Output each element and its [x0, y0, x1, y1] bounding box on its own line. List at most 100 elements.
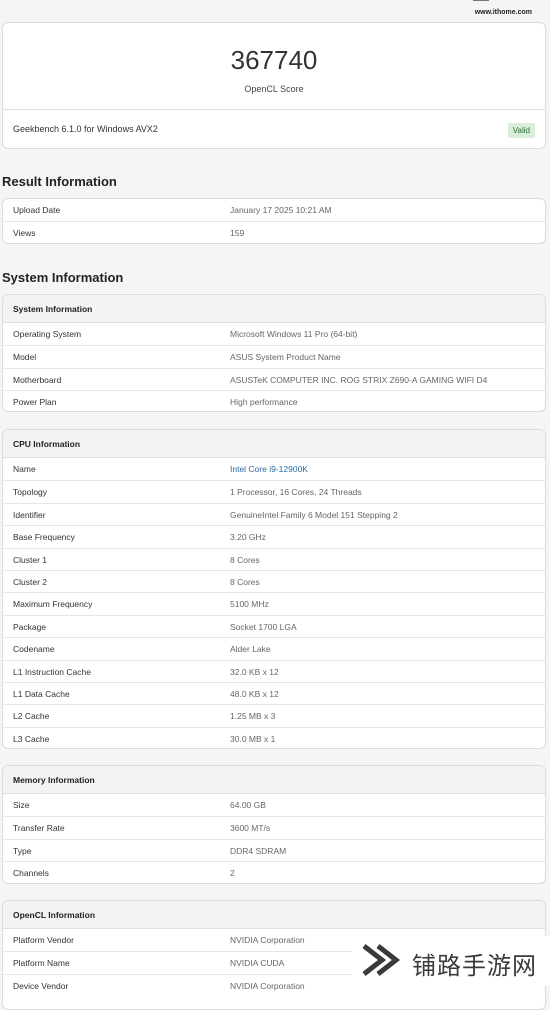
table-row: Cluster 2 8 Cores	[3, 569, 545, 592]
row-label: Upload Date	[13, 205, 61, 215]
watermark-url: www.ithome.com	[474, 9, 532, 16]
memory-info-table: Memory Information Size 64.00 GB Transfer …	[2, 765, 546, 884]
row-value: High performance	[230, 397, 298, 408]
table-row: Name Intel Core i9-12900K	[3, 458, 545, 480]
opencl-info-header: OpenCL Information	[3, 901, 545, 929]
brand-watermark: 铺路手游网	[352, 936, 550, 986]
row-label: Cluster 1	[13, 554, 48, 565]
row-label: Operating System	[13, 329, 82, 339]
result-information-table: Upload Date January 17 2025 10:21 AM Views…	[2, 198, 546, 244]
row-label: Transfer Rate	[13, 823, 65, 834]
row-label: Maximum Frequency	[13, 599, 93, 610]
table-row: Base Frequency 3.20 GHz	[3, 525, 545, 547]
table-row: L1 Data Cache 48.0 KB x 12	[3, 681, 545, 704]
score-footer: Geekbench 6.1.0 for Windows AVX2 Valid	[3, 109, 545, 148]
row-value: 5100 MHz	[230, 599, 269, 610]
row-value: 64.00 GB	[230, 800, 266, 810]
valid-badge: Valid	[507, 123, 535, 138]
row-label: Platform Vendor	[13, 935, 74, 945]
table-row: Views 159	[3, 221, 545, 243]
row-value: 30.0 MB x 1	[230, 733, 276, 744]
cpu-info-header: CPU Information	[3, 430, 545, 458]
table-row: Power Plan High performance	[3, 390, 545, 411]
table-row: L3 Cache 30.0 MB x 1	[3, 726, 545, 748]
row-value: 1 Processor, 16 Cores, 24 Threads	[230, 487, 362, 498]
opencl-info-header-label: OpenCL Information	[13, 910, 96, 920]
table-row: Cluster 1 8 Cores	[3, 547, 545, 570]
double-chevron-icon	[362, 944, 401, 976]
row-value: NVIDIA CUDA	[230, 958, 285, 969]
row-value: 8 Cores	[230, 576, 260, 587]
row-label: L1 Data Cache	[13, 688, 70, 699]
table-row: Motherboard ASUSTeK COMPUTER INC. ROG STR…	[3, 367, 545, 390]
row-value: 32.0 KB x 12	[230, 666, 279, 677]
row-label: Identifier	[13, 509, 46, 520]
memory-info-header-label: Memory Information	[13, 775, 95, 785]
system-info-header-label: System Information	[13, 304, 93, 314]
table-row: Channels 2	[3, 861, 545, 883]
row-label: L1 Instruction Cache	[13, 666, 91, 677]
row-label: Model	[13, 352, 37, 363]
table-row: Size 64.00 GB	[3, 794, 545, 816]
opencl-score-value: 367740	[230, 45, 318, 75]
table-row: Operating System Microsoft Windows 11 Pro…	[3, 323, 545, 345]
result-information-title: Result Information	[2, 174, 117, 189]
row-value: DDR4 SDRAM	[230, 845, 287, 856]
row-value: 159	[230, 228, 245, 239]
row-label: Motherboard	[13, 374, 62, 385]
row-label: Topology	[13, 487, 48, 498]
row-label: L2 Cache	[13, 711, 50, 722]
system-info-header: System Information	[3, 295, 545, 323]
row-value: 3.20 GHz	[230, 532, 266, 543]
row-value: GenuineIntel Family 6 Model 151 Stepping…	[230, 509, 398, 520]
row-value: 3600 MT/s	[230, 823, 271, 834]
row-label: Codename	[13, 644, 55, 655]
row-value: Socket 1700 LGA	[230, 621, 297, 632]
row-value: ASUSTeK COMPUTER INC. ROG STRIX Z690-A G…	[230, 374, 488, 385]
ithome-logo-icon	[473, 0, 489, 1]
row-value: Microsoft Windows 11 Pro (64-bit)	[230, 329, 358, 339]
row-value: Alder Lake	[230, 644, 271, 655]
row-value: ASUS System Product Name	[230, 352, 341, 363]
memory-info-header: Memory Information	[3, 766, 545, 794]
row-value: 48.0 KB x 12	[230, 688, 279, 699]
row-label: Power Plan	[13, 397, 57, 408]
table-row: Upload Date January 17 2025 10:21 AM	[3, 199, 545, 221]
row-label: L3 Cache	[13, 733, 50, 744]
memory-info-rows: Size 64.00 GB Transfer Rate 3600 MT/s Type DD…	[3, 794, 545, 883]
cpu-info-rows: Name Intel Core i9-12900K Topology 1 Proces…	[3, 458, 545, 748]
row-label: Type	[13, 845, 32, 856]
row-label: Cluster 2	[13, 576, 48, 587]
table-row: Topology 1 Processor, 16 Cores, 24 Thread…	[3, 480, 545, 502]
row-value: January 17 2025 10:21 AM	[230, 205, 332, 215]
row-label: Package	[13, 621, 47, 632]
row-value: 1.25 MB x 3	[230, 711, 276, 722]
row-label: Views	[13, 228, 36, 239]
row-label: Name	[13, 464, 36, 474]
table-row: Type DDR4 SDRAM	[3, 838, 545, 861]
top-strip: www.ithome.com	[0, 0, 550, 20]
row-label: Size	[13, 800, 30, 810]
result-rows: Upload Date January 17 2025 10:21 AM Views…	[3, 199, 545, 243]
opencl-score-label: OpenCL Score	[244, 84, 304, 94]
cpu-info-header-label: CPU Information	[13, 439, 81, 449]
table-row: Package Socket 1700 LGA	[3, 614, 545, 637]
system-info-table: System Information Operating System Micro…	[2, 294, 546, 412]
system-information-title: System Information	[2, 270, 124, 285]
table-row: Identifier GenuineIntel Family 6 Model 15…	[3, 502, 545, 525]
cpu-name-link[interactable]: Intel Core i9-12900K	[230, 464, 308, 474]
table-row: Model ASUS System Product Name	[3, 345, 545, 367]
row-value: NVIDIA Corporation	[230, 935, 305, 945]
table-row: L2 Cache 1.25 MB x 3	[3, 704, 545, 726]
table-row: L1 Instruction Cache 32.0 KB x 12	[3, 659, 545, 682]
table-row: Maximum Frequency 5100 MHz	[3, 592, 545, 614]
benchmark-version: Geekbench 6.1.0 for Windows AVX2	[13, 124, 158, 134]
cpu-info-table: CPU Information Name Intel Core i9-12900K…	[2, 429, 546, 749]
system-info-rows: Operating System Microsoft Windows 11 Pro…	[3, 323, 545, 411]
row-value: 8 Cores	[230, 554, 260, 565]
table-row: Codename Alder Lake	[3, 637, 545, 659]
table-row: Transfer Rate 3600 MT/s	[3, 816, 545, 838]
row-value: 2	[230, 868, 235, 879]
score-card: 367740 OpenCL Score Geekbench 6.1.0 for …	[2, 22, 546, 149]
row-label: Platform Name	[13, 958, 70, 969]
